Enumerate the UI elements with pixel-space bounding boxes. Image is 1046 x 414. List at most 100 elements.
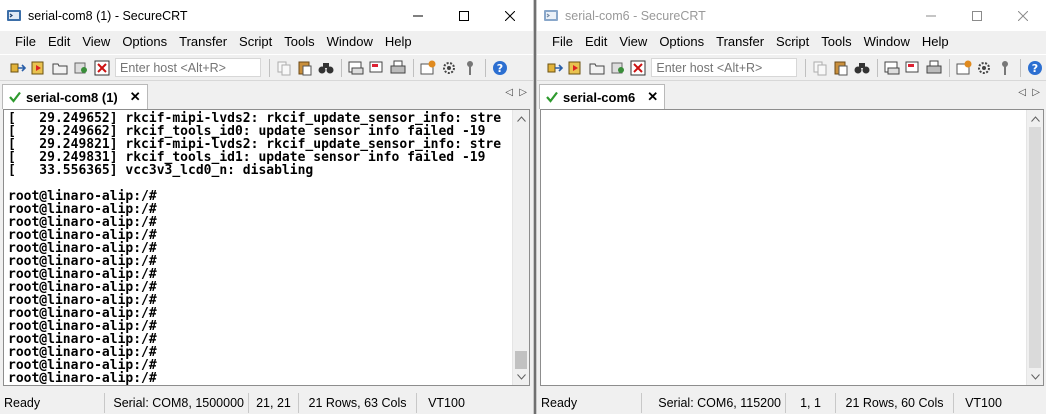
connect-button[interactable]	[8, 58, 28, 78]
key-icon	[467, 60, 473, 75]
copy-button[interactable]	[274, 58, 294, 78]
terminal-view[interactable]: [ 29.249652] rkcif-mipi-lvds2: rkcif_upd…	[3, 109, 530, 386]
print-button[interactable]	[388, 58, 408, 78]
tab-scroll-right-icon[interactable]: ▷	[519, 87, 527, 98]
scroll-down-button[interactable]	[513, 368, 529, 385]
printer-icon	[926, 60, 942, 73]
print-selection-button[interactable]	[903, 58, 923, 78]
menu-script[interactable]: Script	[770, 32, 815, 52]
svg-text:?: ?	[497, 62, 503, 75]
status-ready: Ready	[541, 396, 578, 410]
menu-script[interactable]: Script	[233, 32, 278, 52]
toolbar-separator	[948, 58, 950, 77]
menu-help[interactable]: Help	[379, 32, 418, 52]
print-screen-icon	[884, 61, 900, 74]
keymap-button[interactable]	[460, 58, 480, 78]
menu-window[interactable]: Window	[858, 32, 916, 52]
connect-icon	[547, 63, 564, 72]
connect-tab-button[interactable]	[50, 58, 70, 78]
tab-serial-com6[interactable]: serial-com6 ✕	[539, 84, 666, 109]
menu-edit[interactable]: Edit	[42, 32, 76, 52]
print-screen-button[interactable]	[882, 58, 902, 78]
reconnect-button[interactable]	[71, 58, 91, 78]
scroll-thumb[interactable]	[515, 351, 527, 369]
session-options-button[interactable]	[954, 58, 974, 78]
keymap-button[interactable]	[995, 58, 1015, 78]
tab-close-icon[interactable]: ✕	[647, 89, 658, 105]
scroll-up-button[interactable]	[1027, 110, 1043, 127]
terminal-view[interactable]	[540, 109, 1044, 386]
menu-view[interactable]: View	[613, 32, 653, 52]
minimize-button[interactable]	[395, 0, 441, 31]
disconnect-button[interactable]	[629, 58, 649, 78]
reconnect-button[interactable]	[608, 58, 628, 78]
enter-host-input[interactable]	[651, 58, 798, 77]
menu-tools[interactable]: Tools	[815, 32, 857, 52]
print-selection-button[interactable]	[367, 58, 387, 78]
connect-tab-button[interactable]	[587, 58, 607, 78]
tab-scroll-left-icon[interactable]: ◁	[505, 87, 513, 98]
status-ready: Ready	[4, 396, 41, 410]
menu-file[interactable]: File	[546, 32, 579, 52]
global-options-button[interactable]	[975, 58, 995, 78]
tab-scroll-right-icon[interactable]: ▷	[1032, 87, 1040, 98]
terminal-scrollbar[interactable]	[512, 110, 529, 385]
status-emulation: VT100	[953, 393, 1013, 413]
minimize-icon	[413, 15, 423, 16]
menu-transfer[interactable]: Transfer	[173, 32, 233, 52]
window-title: serial-com8 (1) - SecureCRT	[28, 8, 188, 23]
paste-button[interactable]	[831, 58, 851, 78]
tab-scroll-left-icon[interactable]: ◁	[1018, 87, 1026, 98]
status-size: 21 Rows, 60 Cols	[835, 393, 953, 413]
session-tab-bar: serial-com8 (1) ✕ ◁ ▷	[0, 82, 533, 109]
status-size: 21 Rows, 63 Cols	[298, 393, 416, 413]
menu-window[interactable]: Window	[321, 32, 379, 52]
scroll-down-button[interactable]	[1027, 368, 1043, 385]
tab-close-icon[interactable]: ✕	[130, 89, 141, 105]
close-button[interactable]	[487, 0, 533, 31]
connected-check-icon	[546, 91, 558, 103]
connected-check-icon	[9, 91, 21, 103]
quick-connect-button[interactable]	[29, 58, 49, 78]
key-icon	[1002, 60, 1009, 75]
maximize-button[interactable]	[441, 0, 487, 31]
menu-options[interactable]: Options	[653, 32, 710, 52]
session-tab-bar: serial-com6 ✕ ◁ ▷	[537, 82, 1046, 109]
enter-host-input[interactable]	[115, 58, 261, 77]
help-button[interactable]: ?	[490, 58, 510, 78]
connect-button[interactable]	[545, 58, 565, 78]
disconnect-button[interactable]	[92, 58, 112, 78]
chevron-up-icon	[1031, 115, 1040, 122]
menu-view[interactable]: View	[76, 32, 116, 52]
title-bar[interactable]: serial-com8 (1) - SecureCRT	[0, 0, 533, 31]
minimize-button[interactable]	[908, 0, 954, 31]
session-options-button[interactable]	[418, 58, 438, 78]
menu-file[interactable]: File	[9, 32, 42, 52]
menu-transfer[interactable]: Transfer	[710, 32, 770, 52]
maximize-button[interactable]	[954, 0, 1000, 31]
global-options-button[interactable]	[439, 58, 459, 78]
find-button[interactable]	[316, 58, 336, 78]
close-icon	[1018, 10, 1028, 21]
scroll-thumb[interactable]	[1029, 127, 1041, 368]
menu-tools[interactable]: Tools	[278, 32, 320, 52]
menu-edit[interactable]: Edit	[579, 32, 613, 52]
print-button[interactable]	[924, 58, 944, 78]
menu-options[interactable]: Options	[116, 32, 173, 52]
menu-help[interactable]: Help	[916, 32, 955, 52]
print-selection-icon	[369, 61, 383, 72]
paste-button[interactable]	[295, 58, 315, 78]
find-button[interactable]	[852, 58, 872, 78]
maximize-icon	[459, 10, 469, 21]
quick-connect-button[interactable]	[566, 58, 586, 78]
terminal-line: root@linaro-alip:/#	[8, 371, 157, 386]
close-button[interactable]	[1000, 0, 1046, 31]
copy-button[interactable]	[810, 58, 830, 78]
tab-serial-com8[interactable]: serial-com8 (1) ✕	[2, 84, 148, 109]
status-connection: Serial: COM8, 1500000	[104, 393, 248, 413]
terminal-scrollbar[interactable]	[1026, 110, 1043, 385]
title-bar[interactable]: serial-com6 - SecureCRT	[537, 0, 1046, 31]
help-button[interactable]: ?	[1025, 58, 1045, 78]
scroll-up-button[interactable]	[513, 110, 529, 127]
print-screen-button[interactable]	[346, 58, 366, 78]
